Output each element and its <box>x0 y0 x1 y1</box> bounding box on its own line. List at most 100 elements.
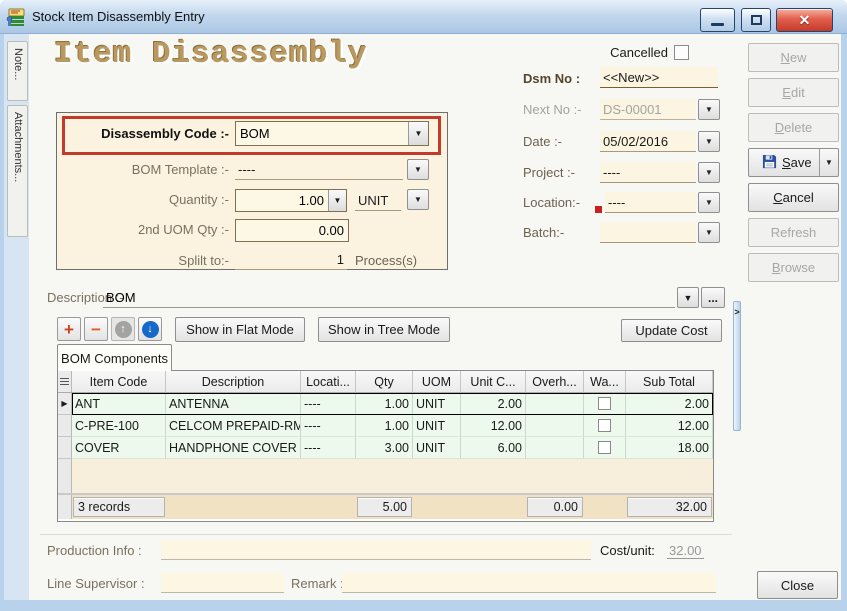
cost-unit-value[interactable]: 32.00 <box>667 543 704 559</box>
cell-item-code[interactable]: COVER <box>72 437 166 459</box>
cancel-button-label: C <box>773 190 782 205</box>
cell-sub-total[interactable]: 2.00 <box>626 393 713 415</box>
quantity-spinner[interactable]: ▼ <box>235 189 347 212</box>
disassembly-code-combo[interactable]: ▼ <box>235 121 429 146</box>
cell-overhead[interactable] <box>526 437 584 459</box>
warranty-checkbox[interactable] <box>598 419 611 432</box>
col-overhead[interactable]: Overh... <box>526 371 584 392</box>
production-info-input[interactable] <box>161 540 591 560</box>
cell-location[interactable]: ---- <box>301 437 356 459</box>
cell-uom[interactable]: UNIT <box>413 437 461 459</box>
description-ellipsis-button[interactable]: ... <box>701 287 725 308</box>
dsm-no-value[interactable]: <<New>> <box>600 67 718 88</box>
description-dropdown[interactable]: ▼ <box>677 287 699 308</box>
batch-value[interactable] <box>600 222 696 243</box>
bom-template-dropdown[interactable]: ▼ <box>407 159 429 180</box>
quantity-uom-value[interactable]: UNIT <box>355 189 401 211</box>
col-uom[interactable]: UOM <box>413 371 461 392</box>
titlebar[interactable]: Stock Item Disassembly Entry ✕ <box>0 0 847 34</box>
cell-item-code[interactable]: ANT <box>72 393 166 415</box>
save-button[interactable]: Save ▼ <box>748 148 839 177</box>
cell-description[interactable]: ANTENNA <box>166 393 301 415</box>
cell-description[interactable]: CELCOM PREPAID-RM... <box>166 415 301 437</box>
cell-unit-cost[interactable]: 2.00 <box>461 393 526 415</box>
col-warranty[interactable]: Wa... <box>584 371 626 392</box>
quantity-dropdown-icon[interactable]: ▼ <box>328 190 346 211</box>
location-dropdown[interactable]: ▼ <box>698 192 720 213</box>
date-label: Date :- <box>523 134 562 149</box>
cell-sub-total[interactable]: 12.00 <box>626 415 713 437</box>
col-qty[interactable]: Qty <box>356 371 413 392</box>
cell-qty[interactable]: 1.00 <box>356 415 413 437</box>
cell-unit-cost[interactable]: 6.00 <box>461 437 526 459</box>
cell-qty[interactable]: 3.00 <box>356 437 413 459</box>
save-options-dropdown[interactable]: ▼ <box>819 149 838 176</box>
cell-unit-cost[interactable]: 12.00 <box>461 415 526 437</box>
project-value[interactable]: ---- <box>600 162 696 183</box>
location-value[interactable]: ---- <box>605 192 696 213</box>
disassembly-code-input[interactable] <box>236 122 408 145</box>
browse-button[interactable]: Browse <box>748 253 839 282</box>
cell-location[interactable]: ---- <box>301 415 356 437</box>
batch-dropdown[interactable]: ▼ <box>698 222 720 243</box>
cell-qty[interactable]: 1.00 <box>356 393 413 415</box>
cell-location[interactable]: ---- <box>301 393 356 415</box>
cell-uom[interactable]: UNIT <box>413 415 461 437</box>
show-tree-mode-button[interactable]: Show in Tree Mode <box>318 317 450 342</box>
maximize-button[interactable] <box>741 8 771 32</box>
panel-splitter[interactable]: > <box>733 301 741 431</box>
cancel-button[interactable]: Cancel <box>748 183 839 212</box>
update-cost-button[interactable]: Update Cost <box>621 319 722 342</box>
column-customize-button[interactable] <box>58 371 72 392</box>
quantity-input[interactable] <box>236 193 328 208</box>
show-flat-mode-button[interactable]: Show in Flat Mode <box>175 317 305 342</box>
add-row-button[interactable]: + <box>57 317 81 341</box>
quantity-uom-dropdown[interactable]: ▼ <box>407 189 429 210</box>
col-sub-total[interactable]: Sub Total <box>626 371 713 392</box>
col-description[interactable]: Description <box>166 371 301 392</box>
overhead-total: 0.00 <box>527 497 583 517</box>
description-input[interactable] <box>103 287 675 308</box>
second-uom-qty-input[interactable] <box>236 223 348 238</box>
edit-button[interactable]: Edit <box>748 78 839 107</box>
disassembly-code-dropdown-icon[interactable]: ▼ <box>408 122 428 145</box>
cell-description[interactable]: HANDPHONE COVER <box>166 437 301 459</box>
new-button[interactable]: New <box>748 43 839 72</box>
col-location[interactable]: Locati... <box>301 371 356 392</box>
qty-total: 5.00 <box>357 497 412 517</box>
cell-overhead[interactable] <box>526 415 584 437</box>
cell-overhead[interactable] <box>526 393 584 415</box>
remark-input[interactable] <box>342 573 716 593</box>
refresh-button[interactable]: Refresh <box>748 218 839 247</box>
move-up-button[interactable]: ↑ <box>111 317 135 341</box>
client-area: Note... Attachments... Item Disassembly … <box>4 34 841 600</box>
close-button[interactable]: Close <box>757 571 838 599</box>
line-supervisor-input[interactable] <box>161 573 284 593</box>
next-no-dropdown[interactable]: ▼ <box>698 99 720 120</box>
grid-row-1[interactable]: ▶ ANT ANTENNA ---- 1.00 UNIT 2.00 2.00 <box>58 393 713 415</box>
close-window-button[interactable]: ✕ <box>776 8 833 32</box>
minimize-button[interactable] <box>700 8 735 32</box>
sub-total-total: 32.00 <box>627 497 712 517</box>
bom-template-value[interactable]: ---- <box>235 159 403 180</box>
col-unit-cost[interactable]: Unit C... <box>461 371 526 392</box>
project-dropdown[interactable]: ▼ <box>698 162 720 183</box>
move-down-button[interactable]: ↓ <box>138 317 162 341</box>
warranty-checkbox[interactable] <box>598 397 611 410</box>
col-item-code[interactable]: Item Code <box>72 371 166 392</box>
cell-item-code[interactable]: C-PRE-100 <box>72 415 166 437</box>
cell-sub-total[interactable]: 18.00 <box>626 437 713 459</box>
cell-uom[interactable]: UNIT <box>413 393 461 415</box>
remove-row-button[interactable]: − <box>84 317 108 341</box>
second-uom-qty-box[interactable] <box>235 219 349 242</box>
warranty-checkbox[interactable] <box>598 441 611 454</box>
date-value[interactable]: 05/02/2016 <box>600 131 696 152</box>
delete-button[interactable]: Delete <box>748 113 839 142</box>
tab-attachments[interactable]: Attachments... <box>7 105 28 237</box>
cancelled-checkbox[interactable] <box>674 45 689 60</box>
tab-note[interactable]: Note... <box>7 41 28 101</box>
date-dropdown[interactable]: ▼ <box>698 131 720 152</box>
grid-row-3[interactable]: COVER HANDPHONE COVER ---- 3.00 UNIT 6.0… <box>58 437 713 459</box>
grid-row-2[interactable]: C-PRE-100 CELCOM PREPAID-RM... ---- 1.00… <box>58 415 713 437</box>
tab-bom-components[interactable]: BOM Components <box>57 344 172 371</box>
